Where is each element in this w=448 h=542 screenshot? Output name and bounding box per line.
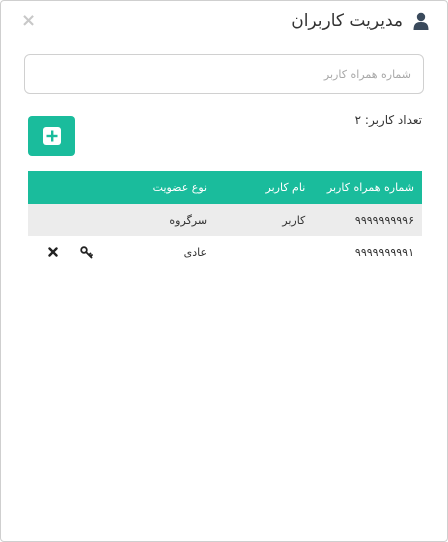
close-button[interactable]: × xyxy=(21,11,36,31)
cell-actions xyxy=(28,204,101,236)
change-password-button[interactable] xyxy=(80,245,93,259)
cell-membership: عادی xyxy=(183,245,208,259)
modal-title: مدیریت کاربران xyxy=(291,11,403,31)
cell-phone: ۹۹۹۹۹۹۹۹۹۱ xyxy=(354,245,414,259)
column-header-phone: شماره همراه کاربر xyxy=(326,181,414,194)
add-user-button[interactable] xyxy=(28,116,75,156)
key-icon xyxy=(80,245,93,258)
column-header-actions xyxy=(28,171,101,204)
table-row: ۹۹۹۹۹۹۹۹۹۶ کاربر سرگروه xyxy=(28,204,422,236)
table-header-row: شماره همراه کاربر نام کاربر نوع عضویت xyxy=(28,171,422,204)
cell-name: کاربر xyxy=(282,213,306,227)
column-header-name: نام کاربر xyxy=(265,181,306,194)
users-table: شماره همراه کاربر نام کاربر نوع عضویت ۹۹… xyxy=(28,171,422,268)
user-management-modal: مدیریت کاربران × تعداد کاربر: ۲ شماره هم… xyxy=(0,0,448,542)
table-row: ۹۹۹۹۹۹۹۹۹۱ عادی xyxy=(28,236,422,268)
remove-user-button[interactable] xyxy=(48,247,58,257)
cell-actions xyxy=(28,236,101,268)
plus-square-icon xyxy=(42,127,61,145)
cell-phone: ۹۹۹۹۹۹۹۹۹۶ xyxy=(354,213,414,227)
column-header-membership: نوع عضویت xyxy=(152,181,208,194)
modal-header: مدیریت کاربران xyxy=(291,11,429,31)
user-count-label: تعداد کاربر: ۲ xyxy=(354,113,422,127)
cell-name xyxy=(215,236,313,268)
phone-search-input[interactable] xyxy=(24,54,424,94)
user-icon xyxy=(413,12,429,30)
cell-membership: سرگروه xyxy=(169,213,208,227)
remove-icon xyxy=(48,247,58,257)
